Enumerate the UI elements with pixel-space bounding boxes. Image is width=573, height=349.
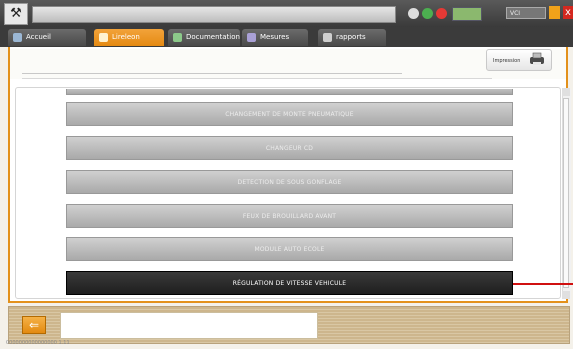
tab-label: Lireleon: [112, 33, 140, 41]
tab-lireleon[interactable]: Lireleon: [94, 29, 164, 46]
scrollbar-thumb[interactable]: [563, 98, 569, 288]
tools-icon[interactable]: ⚒: [4, 3, 28, 25]
version-label: 0000000000000000 1.11: [6, 340, 70, 346]
back-button[interactable]: ⇐: [22, 316, 46, 334]
scroll-down-arrow-icon[interactable]: [562, 291, 570, 299]
vci-status: VCI: [506, 7, 546, 19]
home-icon: [13, 33, 22, 42]
option-module-auto-ecole[interactable]: MODULE AUTO ECOLE: [66, 237, 513, 261]
report-icon: [323, 33, 332, 42]
option-changeur-cd[interactable]: CHANGEUR CD: [66, 136, 513, 160]
title-field: [32, 6, 396, 23]
tab-accueil[interactable]: Accueil: [8, 29, 86, 46]
option-detection-sous-gonflage[interactable]: DETECTION DE SOUS GONFLAGE: [66, 170, 513, 194]
close-button[interactable]: x: [563, 6, 573, 19]
content-header: [10, 49, 566, 79]
tab-label: Documentation: [186, 33, 240, 41]
tab-mesures[interactable]: Mesures: [242, 29, 308, 46]
tab-label: rapports: [336, 33, 366, 41]
connection-status-icon: [422, 8, 433, 19]
reader-icon: [99, 33, 108, 42]
callout-line: [513, 283, 573, 285]
divider: [22, 73, 402, 74]
tab-rapports[interactable]: rapports: [318, 29, 386, 46]
minimize-button[interactable]: [549, 6, 560, 19]
option-regulation-vitesse-vehicule[interactable]: RÉGULATION DE VITESSE VEHICULE: [66, 271, 513, 295]
chart-icon: [247, 33, 256, 42]
print-label: Impression: [493, 58, 521, 64]
option-changement-monte-pneumatique[interactable]: CHANGEMENT DE MONTE PNEUMATIQUE: [66, 102, 513, 126]
battery-status: [452, 7, 482, 21]
book-icon: [173, 33, 182, 42]
tab-documentation[interactable]: Documentation: [168, 29, 240, 46]
power-icon[interactable]: [408, 8, 419, 19]
tab-label: Accueil: [26, 33, 51, 41]
printer-icon: [530, 52, 544, 65]
alert-icon[interactable]: [436, 8, 447, 19]
option-feux-brouillard-avant[interactable]: FEUX DE BROUILLARD AVANT: [66, 204, 513, 228]
list-item-partial[interactable]: [66, 89, 513, 95]
tab-label: Mesures: [260, 33, 290, 41]
divider: [22, 78, 492, 79]
message-field[interactable]: [60, 312, 318, 339]
scroll-up-arrow-icon[interactable]: [562, 88, 570, 96]
